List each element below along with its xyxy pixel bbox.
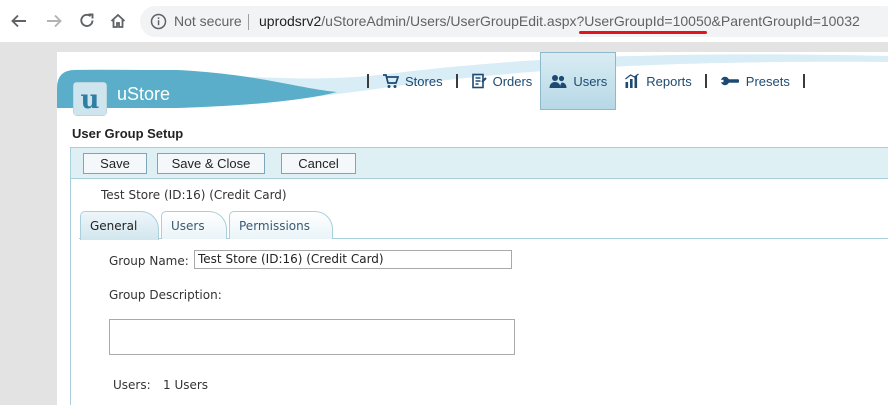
cart-icon bbox=[383, 74, 399, 88]
menu-label-reports: Reports bbox=[646, 73, 692, 89]
menu-item-reports[interactable]: Reports bbox=[616, 52, 700, 110]
menu-label-presets: Presets bbox=[745, 73, 790, 89]
app-header: u uStore Stores Orders Users Reports Pre… bbox=[57, 52, 888, 118]
menu-label-users: Users bbox=[573, 73, 608, 89]
group-description-textarea[interactable] bbox=[109, 319, 515, 355]
back-arrow-icon[interactable] bbox=[7, 9, 31, 33]
page-title: User Group Setup bbox=[72, 126, 184, 141]
users-icon bbox=[549, 75, 567, 88]
tab-users[interactable]: Users bbox=[161, 211, 227, 239]
reload-icon[interactable] bbox=[75, 9, 99, 33]
wrench-icon bbox=[719, 76, 739, 86]
group-description-label: Group Description: bbox=[109, 288, 222, 302]
tab-general[interactable]: General bbox=[80, 211, 159, 240]
group-edit-panel: Test Store (ID:16) (Credit Card) General… bbox=[70, 179, 888, 405]
url-path: /uStoreAdmin/Users/UserGroupEdit.aspx?Us… bbox=[321, 13, 860, 29]
url-text[interactable]: uprodsrv2/uStoreAdmin/Users/UserGroupEdi… bbox=[259, 13, 860, 29]
store-name-heading: Test Store (ID:16) (Credit Card) bbox=[101, 188, 287, 202]
action-toolbar: Save Save & Close Cancel bbox=[70, 147, 888, 179]
url-host: uprodsrv2 bbox=[259, 13, 322, 29]
users-count-value: 1 Users bbox=[163, 378, 209, 392]
save-close-button[interactable]: Save & Close bbox=[157, 153, 265, 174]
menu-item-users[interactable]: Users bbox=[540, 52, 617, 110]
security-status: Not secure bbox=[174, 13, 242, 29]
cancel-button[interactable]: Cancel bbox=[281, 153, 356, 174]
save-button[interactable]: Save bbox=[83, 153, 147, 174]
menu-divider bbox=[367, 74, 369, 88]
group-name-input[interactable]: Test Store (ID:16) (Credit Card) bbox=[194, 250, 512, 269]
brand-name: uStore bbox=[117, 84, 171, 104]
tab-permissions[interactable]: Permissions bbox=[229, 211, 333, 239]
address-bar[interactable]: Not secure uprodsrv2/uStoreAdmin/Users/U… bbox=[140, 6, 888, 37]
menu-item-orders[interactable]: Orders bbox=[463, 52, 541, 110]
menu-item-presets[interactable]: Presets bbox=[712, 52, 798, 110]
chart-icon bbox=[625, 73, 640, 88]
menu-divider bbox=[704, 74, 707, 88]
group-name-label: Group Name: bbox=[109, 254, 189, 268]
ustore-admin-app: u uStore Stores Orders Users Reports Pre… bbox=[57, 52, 888, 405]
orders-icon bbox=[471, 73, 487, 89]
url-divider bbox=[248, 14, 249, 30]
svg-text:u: u bbox=[81, 85, 100, 115]
browser-toolbar: Not secure uprodsrv2/uStoreAdmin/Users/U… bbox=[0, 0, 888, 42]
main-menu: Stores Orders Users Reports Presets bbox=[362, 52, 810, 110]
url-highlight-underline bbox=[579, 31, 707, 34]
menu-divider bbox=[802, 74, 805, 88]
menu-label-orders: Orders bbox=[492, 73, 533, 89]
menu-item-stores[interactable]: Stores bbox=[374, 52, 451, 110]
info-icon[interactable] bbox=[150, 13, 167, 30]
ustore-logo[interactable]: u bbox=[73, 82, 107, 116]
menu-label-stores: Stores bbox=[405, 73, 443, 89]
forward-arrow-icon[interactable] bbox=[42, 9, 66, 33]
users-count-label: Users: bbox=[113, 378, 151, 392]
menu-divider bbox=[455, 74, 458, 88]
home-icon[interactable] bbox=[106, 9, 130, 33]
